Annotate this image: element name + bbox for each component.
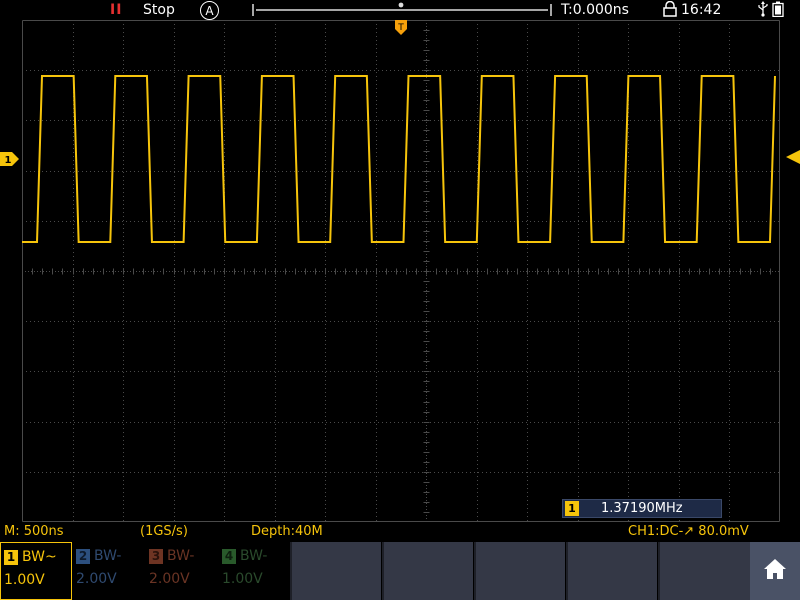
timebase[interactable]: M: 500ns xyxy=(4,524,64,539)
channel-1-badge: 1 xyxy=(4,550,18,565)
soft-key-2[interactable] xyxy=(382,542,473,600)
channel-4-settings[interactable]: 4 BW- 1.00V xyxy=(219,542,291,600)
frequency-measurement[interactable]: 1 1.37190MHz xyxy=(562,499,722,518)
soft-key-3[interactable] xyxy=(474,542,565,600)
channel-3-bandwidth: BW- xyxy=(167,548,195,564)
channel-1-settings[interactable]: 1 BW~ 1.00V xyxy=(0,542,72,600)
channel-2-settings[interactable]: 2 BW- 2.00V xyxy=(73,542,145,600)
channel-3-volts-div: 2.00V xyxy=(149,571,190,587)
clock: 16:42 xyxy=(681,2,722,18)
memory-depth[interactable]: Depth:40M xyxy=(251,524,323,539)
battery-icon xyxy=(772,1,784,17)
measurement-channel-badge: 1 xyxy=(565,501,579,516)
channel-4-volts-div: 1.00V xyxy=(222,571,263,587)
acquisition-info: M: 500ns (1GS/s) Depth:40M CH1:DC-↗ 80.0… xyxy=(0,522,800,542)
channel-3-settings[interactable]: 3 BW- 2.00V xyxy=(146,542,218,600)
ch1-waveform xyxy=(22,75,776,243)
trigger-position-label: T xyxy=(397,23,404,33)
channel-1-volts-div: 1.00V xyxy=(4,572,45,588)
home-icon xyxy=(764,559,786,579)
measurement-value: 1.37190MHz xyxy=(601,501,683,516)
channel-2-bandwidth: BW- xyxy=(94,548,122,564)
soft-key-5[interactable] xyxy=(658,542,750,600)
ch1-offset-marker-label: 1 xyxy=(5,155,12,166)
run-stop-indicator[interactable]: II xyxy=(110,1,122,19)
sample-rate: (1GS/s) xyxy=(140,524,188,539)
run-status-label[interactable]: Stop xyxy=(143,1,175,19)
trigger-level-marker[interactable] xyxy=(784,150,800,164)
channel-2-badge: 2 xyxy=(76,549,90,564)
waveform-display[interactable]: T xyxy=(22,20,780,522)
home-button[interactable] xyxy=(750,542,800,600)
soft-key-4[interactable] xyxy=(566,542,657,600)
memory-timeline[interactable] xyxy=(252,1,552,17)
trigger-settings[interactable]: CH1:DC-↗ 80.0mV xyxy=(628,524,749,539)
usb-icon xyxy=(758,1,768,17)
trigger-position-marker[interactable]: T xyxy=(395,20,407,35)
channel-bar: 1 BW~ 1.00V 2 BW- 2.00V 3 BW- 2.00V 4 BW… xyxy=(0,542,800,600)
channel-3-badge: 3 xyxy=(149,549,163,564)
channel-2-volts-div: 2.00V xyxy=(76,571,117,587)
trigger-time-offset: T:0.000ns xyxy=(561,2,629,18)
graticule xyxy=(22,20,780,522)
ch1-offset-marker[interactable]: 1 xyxy=(0,152,20,166)
channel-4-badge: 4 xyxy=(222,549,236,564)
auto-trigger-badge[interactable]: A xyxy=(200,1,219,20)
soft-key-1[interactable] xyxy=(290,542,381,600)
channel-1-bandwidth: BW~ xyxy=(22,549,57,565)
channel-4-bandwidth: BW- xyxy=(240,548,268,564)
status-bar: II Stop A T:0.000ns 16:42 xyxy=(0,0,800,20)
lock-icon xyxy=(663,1,677,17)
